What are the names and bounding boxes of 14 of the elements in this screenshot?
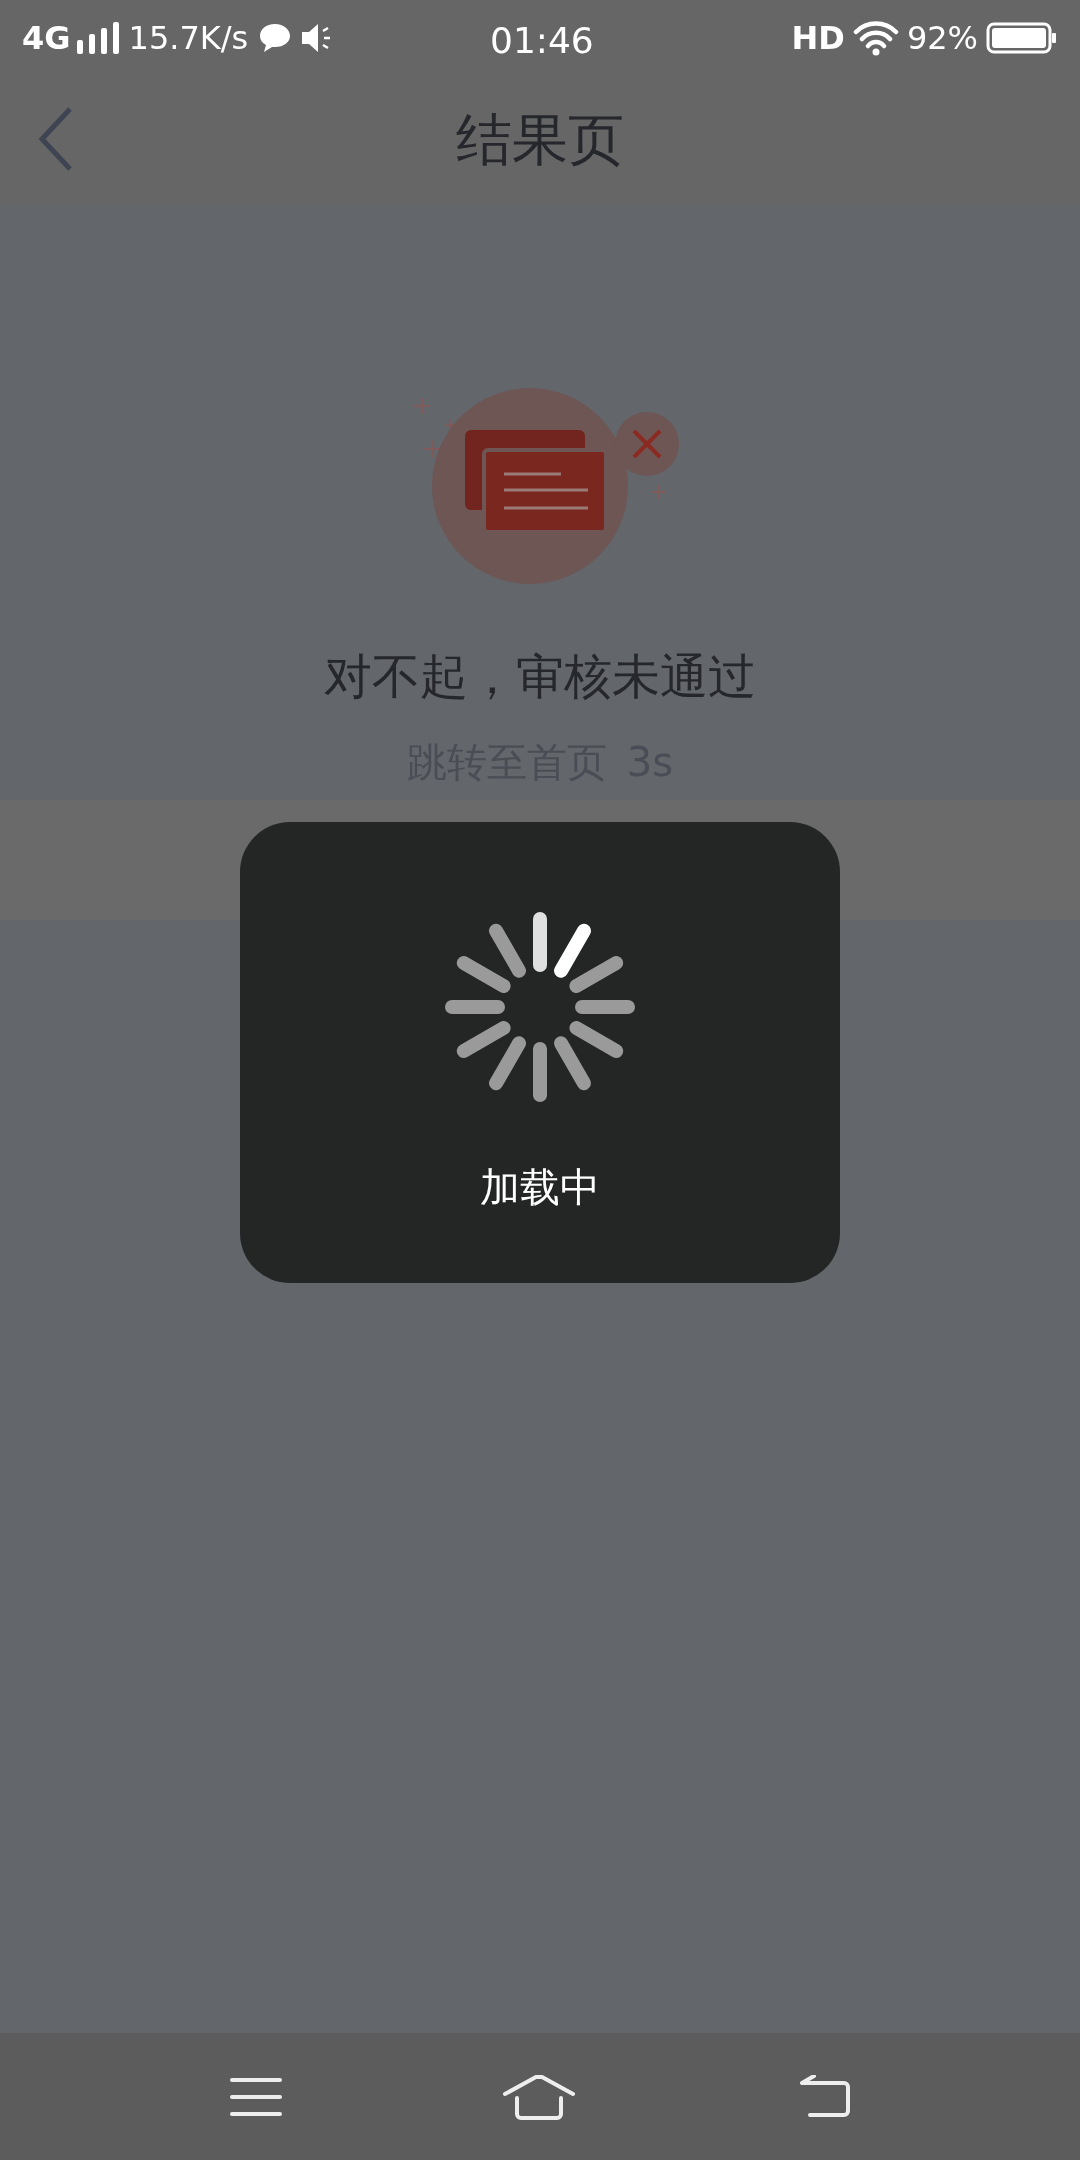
- hd-label: HD: [791, 17, 845, 59]
- wifi-icon: [852, 19, 899, 56]
- result-message: 对不起，审核未通过: [324, 647, 756, 706]
- loading-text: 加载中: [480, 1163, 600, 1212]
- battery-icon: [986, 21, 1058, 54]
- clock-time: 01:46: [490, 19, 594, 63]
- home-icon[interactable]: [503, 2073, 575, 2120]
- network-type: 4G: [22, 17, 71, 59]
- menu-icon[interactable]: [230, 2076, 283, 2117]
- network-speed: 15.7K/s: [128, 17, 249, 59]
- battery-percent: 92%: [906, 17, 978, 59]
- chat-bubble-icon: [258, 21, 293, 54]
- page-title: 结果页: [456, 106, 624, 174]
- signal-icon: [74, 21, 121, 54]
